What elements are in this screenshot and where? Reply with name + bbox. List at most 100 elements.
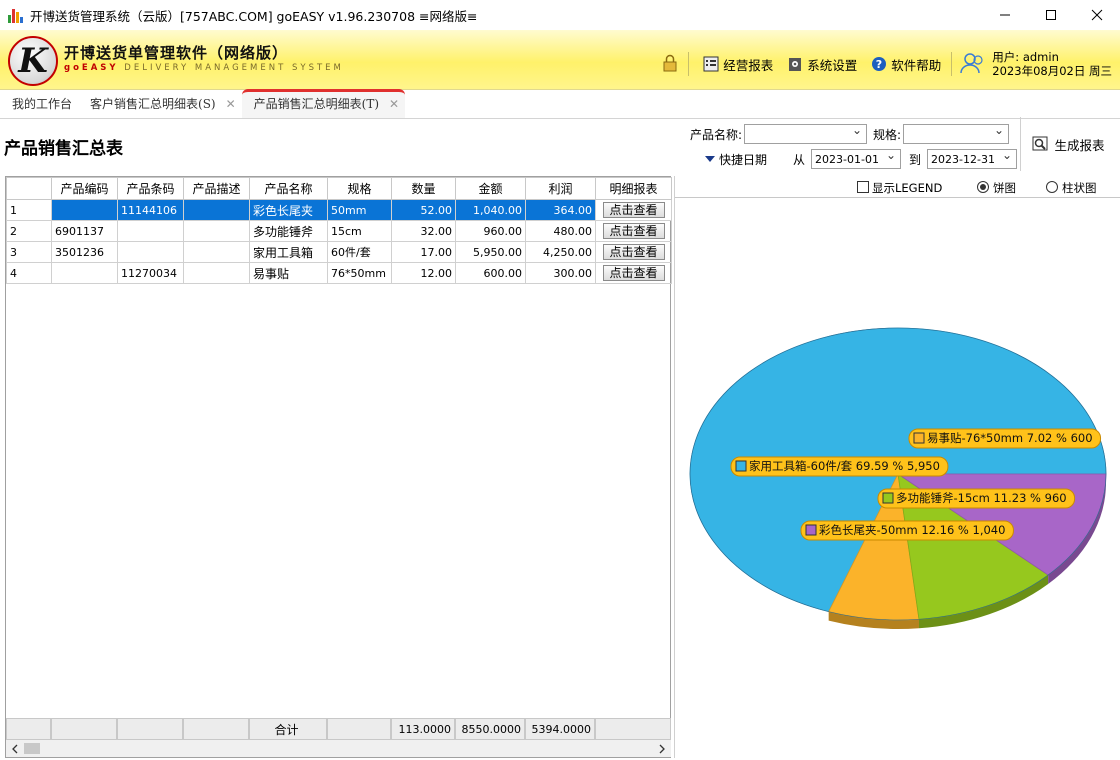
scroll-right-icon[interactable] <box>655 742 669 756</box>
tab-bar: 我的工作台 客户销售汇总明细表(S) ✕ 产品销售汇总明细表(T) ✕ <box>0 89 1120 119</box>
grid-total-row: 合计 113.0000 8550.0000 5394.0000 <box>6 718 671 740</box>
cell-name[interactable]: 家用工具箱 <box>249 241 328 263</box>
cell-code[interactable] <box>51 199 118 221</box>
brand-logo: K <box>8 36 58 86</box>
svg-text:彩色长尾夹-50mm 12.16 % 1,040: 彩色长尾夹-50mm 12.16 % 1,040 <box>819 523 1005 537</box>
tab-product-sales[interactable]: 产品销售汇总明细表(T) ✕ <box>241 89 406 118</box>
cell-profit[interactable]: 364.00 <box>525 199 596 221</box>
product-name-select[interactable] <box>744 123 868 144</box>
cell-qty[interactable]: 17.00 <box>391 241 456 263</box>
show-legend-checkbox[interactable] <box>857 181 869 193</box>
table-row[interactable]: 2 6901137 多功能锤斧 15cm 32.00 960.00 480.00… <box>6 220 672 242</box>
cell-barcode[interactable] <box>117 220 184 242</box>
filter-panel: 产品名称: 规格: 快捷日期 从 2023-01-01 到 2023-12-31 <box>690 123 1018 173</box>
cell-barcode[interactable] <box>117 241 184 263</box>
table-row[interactable]: 1 11144106 彩色长尾夹 50mm 52.00 1,040.00 364… <box>6 199 672 221</box>
menu-business-report[interactable]: 经营报表 <box>703 55 773 74</box>
close-button[interactable] <box>1074 0 1120 30</box>
from-label: 从 <box>793 152 806 167</box>
menu-software-help[interactable]: ? 软件帮助 <box>871 55 941 74</box>
minimize-button[interactable] <box>982 0 1028 30</box>
cell-amount[interactable]: 960.00 <box>455 220 526 242</box>
cell-code[interactable]: 3501236 <box>51 241 118 263</box>
cell-name[interactable]: 彩色长尾夹 <box>249 199 328 221</box>
close-icon <box>1091 9 1103 21</box>
total-profit: 5394.0000 <box>525 718 595 740</box>
column-header-amount[interactable]: 金额 <box>455 177 526 200</box>
generate-report-button[interactable]: 生成报表 <box>1020 117 1116 171</box>
view-detail-button[interactable]: 点击查看 <box>602 244 665 260</box>
from-date-picker[interactable]: 2023-01-01 <box>811 148 902 169</box>
cell-profit[interactable]: 300.00 <box>525 262 596 284</box>
pie-chart-radio[interactable] <box>977 181 989 193</box>
tab-customer-sales[interactable]: 客户销售汇总明细表(S) ✕ <box>78 95 242 118</box>
cell-code[interactable] <box>51 262 118 284</box>
horizontal-scrollbar[interactable] <box>6 740 671 757</box>
cell-spec[interactable]: 76*50mm <box>327 262 392 284</box>
cell-amount[interactable]: 1,040.00 <box>455 199 526 221</box>
table-row[interactable]: 3 3501236 家用工具箱 60件/套 17.00 5,950.00 4,2… <box>6 241 672 263</box>
to-label: 到 <box>909 152 922 167</box>
total-amount: 8550.0000 <box>455 718 525 740</box>
pie-chart-label: 饼图 <box>993 181 1016 195</box>
column-header-barcode[interactable]: 产品条码 <box>117 177 184 200</box>
cell-qty[interactable]: 32.00 <box>391 220 456 242</box>
menu-system-settings[interactable]: 系统设置 <box>787 55 857 74</box>
cell-barcode[interactable]: 11144106 <box>117 199 184 221</box>
cell-qty[interactable]: 52.00 <box>391 199 456 221</box>
cell-profit[interactable]: 4,250.00 <box>525 241 596 263</box>
user-name: 用户: admin <box>992 50 1059 64</box>
column-header-detail[interactable]: 明细报表 <box>595 177 672 200</box>
view-detail-button[interactable]: 点击查看 <box>602 265 665 281</box>
column-header-profit[interactable]: 利润 <box>525 177 596 200</box>
cell-spec[interactable]: 60件/套 <box>327 241 392 263</box>
cell-desc[interactable] <box>183 241 250 263</box>
report-icon <box>703 56 719 72</box>
close-tab-icon[interactable]: ✕ <box>226 97 236 111</box>
to-date-picker[interactable]: 2023-12-31 <box>927 148 1018 169</box>
svg-text:多功能锤斧-15cm 11.23 % 960: 多功能锤斧-15cm 11.23 % 960 <box>896 491 1067 505</box>
cell-profit[interactable]: 480.00 <box>525 220 596 242</box>
svg-text:易事贴-76*50mm 7.02 % 600: 易事贴-76*50mm 7.02 % 600 <box>927 431 1093 445</box>
column-header-desc[interactable]: 产品描述 <box>183 177 250 200</box>
close-tab-icon[interactable]: ✕ <box>389 97 399 111</box>
maximize-button[interactable] <box>1028 0 1074 30</box>
column-header-name[interactable]: 产品名称 <box>249 177 328 200</box>
cell-name[interactable]: 易事贴 <box>249 262 328 284</box>
cell-code[interactable]: 6901137 <box>51 220 118 242</box>
table-row[interactable]: 4 11270034 易事贴 76*50mm 12.00 600.00 300.… <box>6 262 672 284</box>
cell-desc[interactable] <box>183 199 250 221</box>
logo-subtitle: goEASY DELIVERY MANAGEMENT SYSTEM <box>64 63 344 73</box>
cell-desc[interactable] <box>183 220 250 242</box>
cell-qty[interactable]: 12.00 <box>391 262 456 284</box>
cell-barcode[interactable]: 11270034 <box>117 262 184 284</box>
user-icon[interactable] <box>960 52 986 77</box>
pie-data-label: 易事贴-76*50mm 7.02 % 600 <box>908 428 1102 449</box>
column-header-code[interactable]: 产品编码 <box>51 177 118 200</box>
cell-name[interactable]: 多功能锤斧 <box>249 220 328 242</box>
cell-desc[interactable] <box>183 262 250 284</box>
magnifier-report-icon <box>1032 136 1048 151</box>
cell-spec[interactable]: 15cm <box>327 220 392 242</box>
tab-workbench[interactable]: 我的工作台 <box>0 95 78 118</box>
scroll-left-icon[interactable] <box>8 742 22 756</box>
spec-select[interactable] <box>903 123 1010 144</box>
svg-text:?: ? <box>876 58 882 71</box>
minimize-icon <box>1000 14 1010 16</box>
scrollbar-thumb[interactable] <box>24 743 40 754</box>
column-header-qty[interactable]: 数量 <box>391 177 456 200</box>
maximize-icon <box>1046 10 1056 20</box>
product-name-label: 产品名称: <box>690 127 743 142</box>
view-detail-button[interactable]: 点击查看 <box>602 202 665 218</box>
triangle-down-icon <box>705 156 715 162</box>
window-title: 开博送货管理系统（云版）[757ABC.COM] goEASY v1.96.23… <box>30 8 478 24</box>
view-detail-button[interactable]: 点击查看 <box>602 223 665 239</box>
column-header-spec[interactable]: 规格 <box>327 177 392 200</box>
cell-amount[interactable]: 5,950.00 <box>455 241 526 263</box>
bar-chart-radio[interactable] <box>1046 181 1058 193</box>
cell-amount[interactable]: 600.00 <box>455 262 526 284</box>
lock-icon[interactable] <box>662 54 678 75</box>
quick-date-toggle[interactable]: 快捷日期 <box>704 151 767 168</box>
user-info: 用户: admin 2023年08月02日 周三 <box>992 50 1112 78</box>
cell-spec[interactable]: 50mm <box>327 199 392 221</box>
